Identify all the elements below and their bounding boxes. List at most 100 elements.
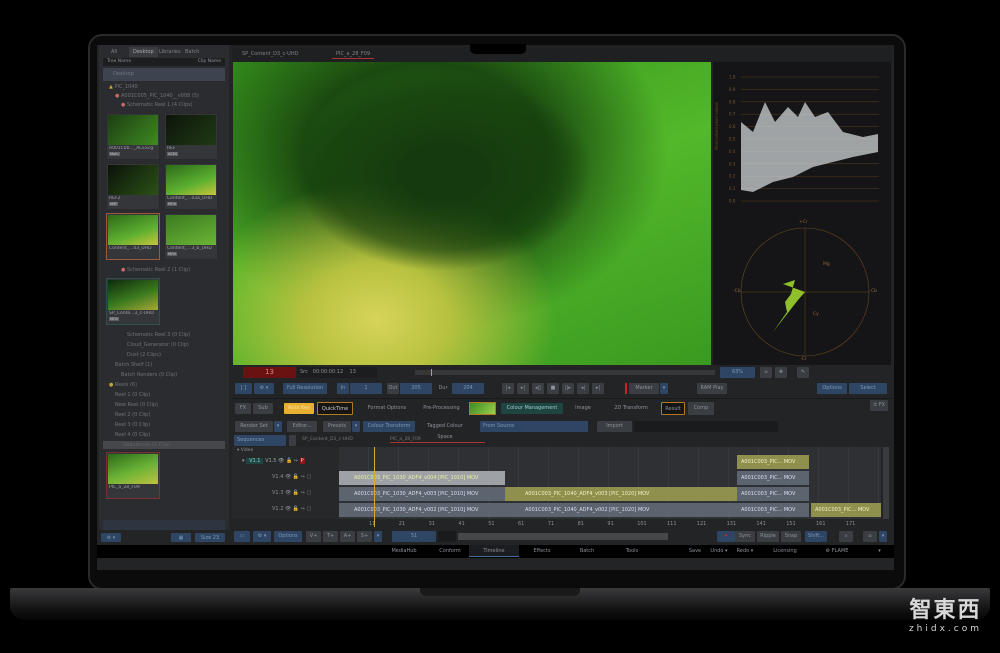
frame-counter[interactable]: 13 — [243, 367, 296, 378]
sequence-tab[interactable]: SP_Content_D3_c-UHD — [302, 437, 353, 442]
sub-button[interactable]: Sub — [253, 403, 273, 414]
editor-button[interactable]: Editor... — [287, 421, 317, 432]
desktop-row[interactable]: Desktop — [103, 68, 225, 81]
timeline-playhead[interactable] — [374, 447, 375, 527]
tab-desktop[interactable]: Desktop — [129, 47, 158, 57]
import-path-field[interactable] — [634, 421, 778, 432]
clip-thumbnail[interactable]: REF ACES — [164, 113, 218, 160]
select-button[interactable]: Select — [849, 383, 887, 394]
clip-v13-c[interactable]: A001C003_PIC... MOV — [737, 487, 809, 501]
timeline-frame-field[interactable]: 51 — [392, 531, 436, 542]
link-icon[interactable]: ✦ — [717, 531, 735, 542]
timeline-ruler[interactable]: 11 21 31 41 51 61 71 81 91 101 111 121 131 141 151 161 1… — [339, 521, 881, 529]
marker-dropdown[interactable]: ▾ — [660, 383, 668, 394]
presets-button[interactable]: Presets — [323, 421, 351, 432]
format-options-node[interactable]: Format Options — [362, 403, 412, 414]
add-track-dropdown[interactable]: ▾ — [374, 531, 382, 542]
pre-processing-node[interactable]: Pre-Processing — [419, 403, 464, 414]
schematic-reel-1[interactable]: ● Schematic Reel 1 (4 Clips) — [121, 102, 193, 108]
tab-timeline[interactable]: Timeline — [469, 545, 519, 557]
redo-button[interactable]: Redo ▾ — [733, 545, 757, 557]
viewer-image[interactable] — [233, 62, 711, 365]
home-dropdown[interactable]: ▾ — [879, 531, 887, 542]
import-button[interactable]: Import — [597, 421, 632, 432]
snap-button[interactable]: Snap — [781, 531, 801, 542]
prev-mark-icon[interactable]: ▸| — [517, 383, 529, 394]
tree-item[interactable]: Reel 4 (0 Clip) — [115, 432, 150, 438]
zoom-select[interactable]: 63% — [720, 367, 755, 378]
tab-all[interactable]: All — [107, 47, 121, 57]
viewer-tab[interactable]: SP_Content_D3_c-UHD — [238, 49, 302, 59]
colour-management-node[interactable]: Colour Management — [501, 403, 563, 414]
track-header-v15[interactable]: ▾ V1.1 V1.5 👁 🔓 ↪ P — [242, 458, 305, 464]
tab-effects[interactable]: Effects — [517, 545, 567, 557]
colour-transform-field[interactable]: Colour Transform — [363, 421, 415, 432]
step-forward-icon[interactable]: ||▸ — [562, 383, 574, 394]
library-search[interactable] — [103, 520, 225, 530]
step-back-icon[interactable]: ◂|| — [532, 383, 544, 394]
ripple-button[interactable]: Ripple — [757, 531, 779, 542]
clip-v13-b[interactable]: A001C003_PIC_1040_ADF4_v003 [PIC_1020] M… — [505, 487, 737, 501]
auto-key-button[interactable]: Auto Key — [284, 403, 314, 414]
reel-group-item[interactable]: ● A001C005_PIC_1040__v008 (5) — [115, 93, 199, 99]
track-header-v12[interactable]: V1.2 👁 🔓 ↪ ▢ — [272, 506, 311, 512]
tab-batch[interactable]: Batch — [562, 545, 612, 557]
render-set-select[interactable]: Render Set — [235, 421, 273, 432]
tab-tools[interactable]: Tools — [607, 545, 657, 557]
clip-thumbnail[interactable]: PIC_a_28_F09 — [106, 452, 160, 499]
undo-button[interactable]: Undo ▾ — [707, 545, 731, 557]
timeline-layout-button[interactable]: ▭ — [234, 531, 250, 542]
picker-icon[interactable]: ✎ — [797, 367, 809, 378]
timeline-scrollbar[interactable] — [883, 447, 889, 519]
transform-node[interactable]: 2D Transform — [613, 403, 649, 414]
clip-v14[interactable]: A001C003_PIC_1030_ADF4_v004 [PIC_1010] M… — [339, 471, 505, 485]
node-thumbnail[interactable] — [469, 402, 496, 415]
tree-item[interactable]: Schematic Reel 3 (0 Clip) — [127, 332, 190, 338]
timeline-options-button[interactable]: Options — [274, 531, 302, 542]
dur-field[interactable]: 204 — [452, 383, 484, 394]
go-end-icon[interactable]: ▸| — [592, 383, 604, 394]
tree-item[interactable]: Reel 2 (0 Clip) — [115, 412, 150, 418]
sequences-folder[interactable]: Sequences (1 Clip) — [103, 441, 225, 449]
tree-item[interactable]: ● Reels (6) — [109, 382, 137, 388]
schematic-reel-2[interactable]: ● Schematic Reel 2 (1 Clip) — [121, 267, 190, 273]
home-icon[interactable]: ⌂ — [760, 367, 772, 378]
tree-item[interactable]: Batch Shelf (1) — [115, 362, 152, 368]
clip-v12-d[interactable]: A001C003_PIC... MOV — [811, 503, 881, 517]
tree-item[interactable]: Reel 3 (0 Clip) — [115, 422, 150, 428]
layout-button[interactable]: [ ] — [235, 383, 252, 394]
clip-thumbnail[interactable]: Content_...3_b_UHD MOV — [164, 213, 218, 260]
clip-v12-c[interactable]: A001C003_PIC... MOV — [737, 503, 809, 517]
shift-button[interactable]: Shift... — [805, 531, 827, 542]
marker-button[interactable]: Marker — [629, 383, 659, 394]
tree-item[interactable]: Reel 1 (0 Clip) — [115, 392, 150, 398]
fx-button[interactable]: FX — [235, 403, 251, 414]
clip-thumbnail[interactable]: SP_Conte...3_c-UHD MOV — [106, 278, 160, 325]
ram-play-button[interactable]: RAM Play — [697, 383, 727, 394]
timeline-settings-button[interactable]: ⚙ ▾ — [253, 531, 271, 542]
track-header-v13[interactable]: V1.3 👁 🔓 ↪ ▢ — [272, 490, 311, 496]
result-node[interactable]: Result — [661, 402, 685, 415]
tree-item[interactable]: Cloud_Generator (0 Clip) — [127, 342, 189, 348]
sequence-tab-active[interactable]: PIC_a_28_F09 — [390, 437, 485, 443]
col-tree-name[interactable]: Tree Name — [107, 59, 131, 64]
home-icon[interactable]: ⌂ — [863, 531, 877, 542]
playhead[interactable] — [431, 369, 432, 376]
add-title-button[interactable]: T+ — [323, 531, 338, 542]
sequences-tab[interactable]: Sequences — [234, 435, 286, 446]
options-button[interactable]: Options — [817, 383, 847, 394]
tagged-colour-space-field[interactable]: From Source — [480, 421, 588, 432]
licensing-button[interactable]: Licensing — [765, 545, 805, 557]
fit-icon[interactable]: ✥ — [775, 367, 787, 378]
clip-v13-a[interactable]: A001C003_PIC_1030_ADF4_v003 [PIC_1010] M… — [339, 487, 505, 501]
comp-node[interactable]: Comp — [688, 402, 714, 415]
clip-v12-b[interactable]: A001C003_PIC_1040_ADF4_v002 [PIC_1020] M… — [505, 503, 737, 517]
track-header-v14[interactable]: V1.4 👁 🔓 ↪ ▢ — [272, 474, 311, 480]
next-mark-icon[interactable]: ◂| — [577, 383, 589, 394]
tree-item[interactable]: Dust (2 Clips) — [127, 352, 161, 358]
out-field[interactable]: 205 — [400, 383, 432, 394]
fx-toggle[interactable]: ± FX — [870, 400, 888, 411]
size-slider[interactable]: Size 23 — [195, 533, 225, 542]
tree-item[interactable]: New Reel (0 Clip) — [115, 402, 158, 408]
resolution-select[interactable]: Full Resolution — [283, 383, 327, 394]
